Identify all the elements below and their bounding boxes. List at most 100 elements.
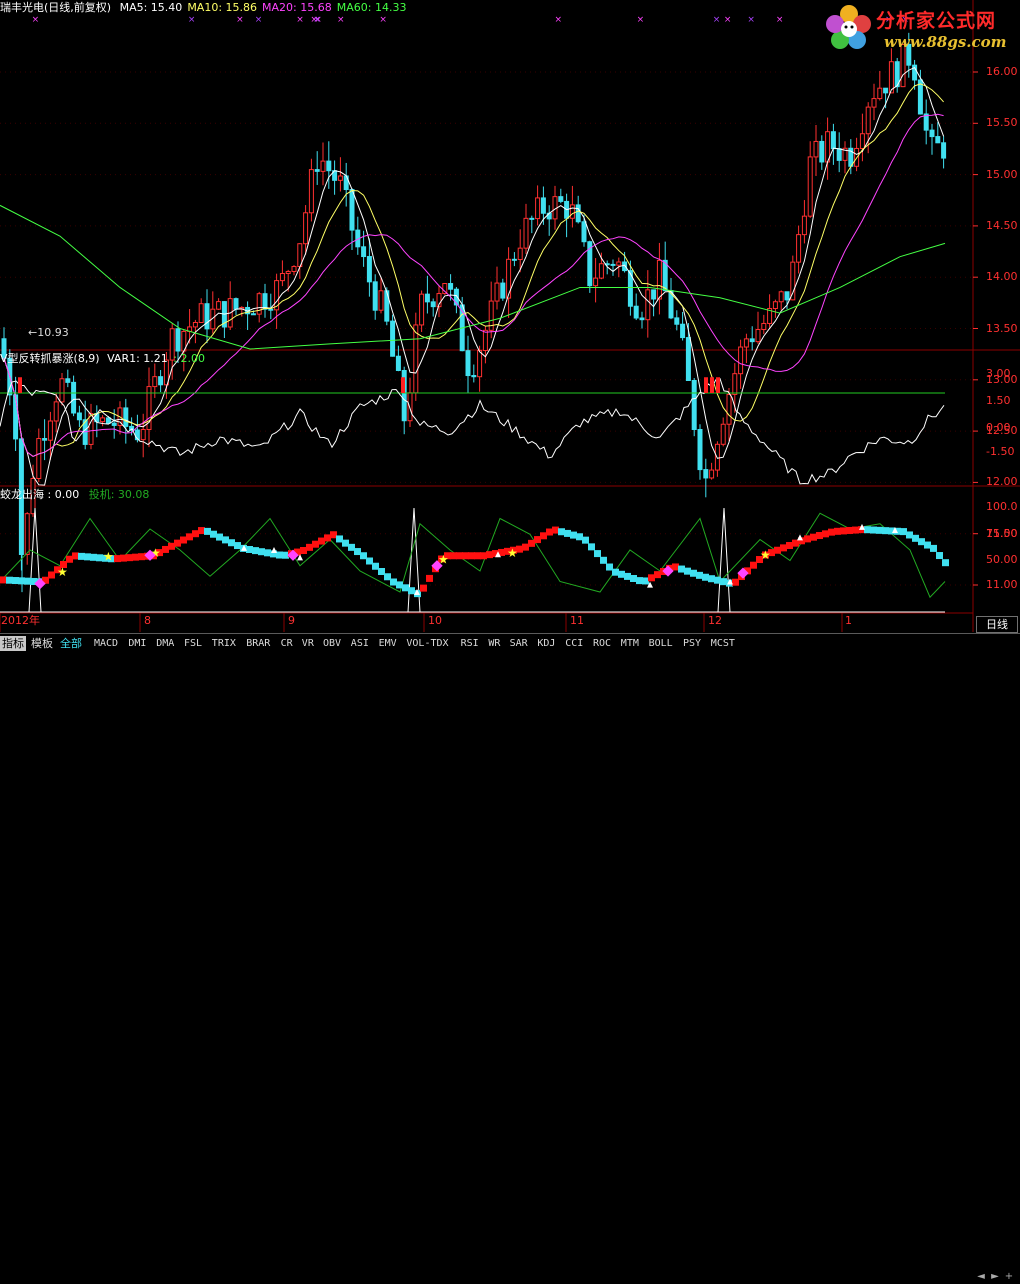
candle-body xyxy=(285,270,291,275)
indicator-tab[interactable]: VOL-TDX xyxy=(404,636,450,651)
panel3-header: 蛟龙出海 : 0.00 投机: 30.08 xyxy=(0,488,149,502)
step-block xyxy=(714,576,721,584)
expand-icon[interactable]: + xyxy=(1003,1270,1015,1284)
step-block xyxy=(786,542,793,550)
candle-body xyxy=(813,140,819,158)
scroll-left-icon[interactable]: ◄ xyxy=(975,1270,987,1284)
indicator-tab[interactable]: MACD xyxy=(92,636,120,651)
triangle-icon xyxy=(271,547,277,553)
chart-canvas[interactable]: ××××××××××××××××××××★★★★★★ xyxy=(0,0,1020,652)
step-block xyxy=(132,553,139,561)
signal-x-icon: × xyxy=(379,15,387,25)
indicator-tab[interactable]: EMV xyxy=(377,636,399,651)
panel3-title: 蛟龙出海 xyxy=(0,488,44,501)
candle-body xyxy=(424,293,430,303)
step-block xyxy=(750,561,757,569)
step-block xyxy=(360,552,367,560)
step-block xyxy=(96,554,103,562)
candle-body xyxy=(697,428,703,471)
candle-body xyxy=(616,261,622,266)
step-block xyxy=(450,552,457,560)
price-tick: 15.50 xyxy=(986,116,1018,130)
indicator-tab[interactable]: CR xyxy=(279,636,295,651)
candle-body xyxy=(204,303,210,330)
indicator-tab[interactable]: DMI xyxy=(126,636,148,651)
candle-body xyxy=(465,350,471,377)
candle-body xyxy=(349,189,355,231)
indicator-tab[interactable]: PSY xyxy=(681,636,703,651)
indicator-tab[interactable]: MTM xyxy=(619,636,641,651)
step-block xyxy=(690,569,697,577)
candle-body xyxy=(917,79,923,115)
ma20-line xyxy=(3,113,944,458)
indicator-tab[interactable]: SAR xyxy=(508,636,530,651)
candle-body xyxy=(337,175,343,181)
candle-body xyxy=(314,169,320,172)
candle-body xyxy=(361,246,367,258)
candle-body xyxy=(279,273,285,282)
step-block xyxy=(930,544,937,552)
candle-body xyxy=(366,256,372,283)
signal-x-icon: × xyxy=(637,15,645,25)
step-block xyxy=(204,527,211,535)
ma-label: MA20: 15.68 xyxy=(262,1,332,14)
indicator-tab[interactable]: RSI xyxy=(459,636,481,651)
step-block xyxy=(936,552,943,560)
step-block xyxy=(912,534,919,542)
indicator-tab[interactable]: BOLL xyxy=(647,636,675,651)
step-block xyxy=(870,526,877,534)
candle-body xyxy=(477,349,483,378)
candle-body xyxy=(42,438,48,441)
toolbar-tab[interactable]: 指标 xyxy=(0,636,26,651)
candle-body xyxy=(13,394,19,440)
step-block xyxy=(390,578,397,586)
toolbar-tab[interactable]: 全部 xyxy=(58,636,84,651)
panel3-tick: 100.0 xyxy=(986,500,1018,513)
ma10-line xyxy=(3,83,944,458)
indicator-tab[interactable]: WR xyxy=(486,636,502,651)
indicator-tab[interactable]: FSL xyxy=(182,636,204,651)
step-block xyxy=(162,545,169,553)
step-block xyxy=(324,534,331,542)
indicator-tab[interactable]: BRAR xyxy=(244,636,272,651)
indicator-tab[interactable]: VR xyxy=(300,636,316,651)
step-block xyxy=(702,573,709,581)
indicator-tab[interactable]: DMA xyxy=(154,636,176,651)
candle-body xyxy=(326,160,332,172)
indicator-toolbar: 指标 模板 全部 MACD DMI DMA FSL TRIX BRAR CR VR OBV ASI EMV… xyxy=(0,633,1020,1282)
signal-x-icon: × xyxy=(747,15,755,25)
candle-body xyxy=(941,142,947,159)
step-block xyxy=(420,584,427,592)
signal-bar xyxy=(716,377,720,393)
indicator-tab[interactable]: ROC xyxy=(591,636,613,651)
indicator-tab[interactable]: TRIX xyxy=(210,636,238,651)
candle-body xyxy=(772,301,778,310)
date-label: 12 xyxy=(708,614,722,627)
step-block xyxy=(330,531,337,539)
indicator-tab[interactable]: OBV xyxy=(321,636,343,651)
candle-body xyxy=(250,313,256,316)
date-label: 2012年 xyxy=(1,614,40,627)
indicator-tab[interactable]: ASI xyxy=(349,636,371,651)
scroll-right-icon[interactable]: ► xyxy=(989,1270,1001,1284)
step-block xyxy=(468,552,475,560)
candle-body xyxy=(871,98,877,108)
toolbar-tab[interactable]: 模板 xyxy=(29,636,55,651)
step-block xyxy=(78,552,85,560)
panel3-tick: 75.00 xyxy=(986,527,1018,540)
candle-body xyxy=(726,393,732,425)
indicator-tab[interactable]: KDJ xyxy=(535,636,557,651)
candle-body xyxy=(471,375,477,378)
panel2-var-value: : 2.00 xyxy=(173,352,205,365)
candle-body xyxy=(691,380,697,430)
step-block xyxy=(408,587,415,595)
star-icon: ★ xyxy=(57,565,68,579)
step-block xyxy=(474,552,481,560)
step-block xyxy=(606,563,613,571)
indicator-tab[interactable]: CCI xyxy=(563,636,585,651)
candle-body xyxy=(47,420,53,441)
period-button[interactable]: 日线 xyxy=(976,616,1018,633)
indicator-tab[interactable]: MCST xyxy=(709,636,737,651)
step-block xyxy=(720,578,727,586)
step-block xyxy=(84,553,91,561)
